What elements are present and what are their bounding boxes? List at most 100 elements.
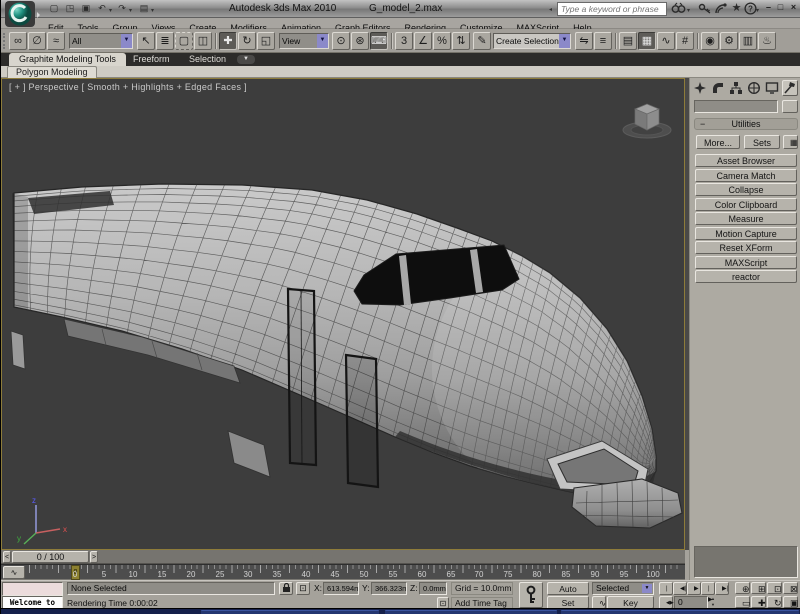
align-icon[interactable]: ≡ [594,32,612,50]
search-input[interactable] [557,2,667,16]
qat-dropdown-icon[interactable]: ▾ [151,7,154,14]
utilities-config-icon[interactable]: ▦ [783,135,798,149]
z-coordinate-field[interactable]: 0.0mm [419,582,447,595]
y-coordinate-field[interactable]: 366.323mm [371,582,407,595]
curve-editor-icon[interactable]: ∿ [657,32,675,50]
favorites-star-icon[interactable]: ★ [729,1,744,15]
zoom-icon[interactable]: ⊕ [735,582,750,594]
maxscript-mini-listener-macro[interactable] [2,582,63,596]
material-editor-icon[interactable]: ◉ [701,32,719,50]
auto-key-button[interactable]: Auto Key [547,582,589,595]
schematic-view-icon[interactable]: # [676,32,694,50]
x-coordinate-field[interactable]: 613.594mm [323,582,359,595]
viewcube[interactable] [618,97,676,148]
bind-to-space-warp-icon[interactable]: ≈ [47,32,65,50]
pan-view-icon[interactable]: ✚ [751,596,766,608]
select-and-manipulate-icon[interactable]: ⊛ [351,32,369,50]
utilities-tab-icon[interactable] [782,80,798,96]
utility-reset-xform[interactable]: Reset XForm [695,241,797,254]
select-and-scale-icon[interactable]: ◱ [257,32,275,50]
polygon-modeling-panel-tab[interactable]: Polygon Modeling [7,66,97,78]
select-by-name-icon[interactable]: ≣ [156,32,174,50]
previous-frame-arrow-icon[interactable]: < [3,551,11,563]
application-logo[interactable] [4,0,40,28]
spinner-snap-toggle-icon[interactable]: ⇅ [452,32,470,50]
more-button[interactable]: More... [696,135,740,149]
motion-tab-icon[interactable] [746,80,762,96]
ribbon-tab-selection[interactable]: Selection [179,53,236,66]
sets-button[interactable]: Sets [744,135,780,149]
undo-dropdown-icon[interactable]: ▾ [109,7,112,14]
percent-snap-toggle-icon[interactable]: % [433,32,451,50]
toolbar-grip[interactable] [3,33,6,49]
absolute-offset-mode-icon[interactable]: ⊡ [296,582,310,595]
snap-toggle-3d-icon[interactable]: 3 [395,32,413,50]
unlink-selection-icon[interactable]: ∅ [28,32,46,50]
perspective-viewport[interactable]: [ + ] Perspective [ Smooth + Highlights … [1,78,685,550]
utility-asset-browser[interactable]: Asset Browser [695,154,797,167]
utility-collapse[interactable]: Collapse [695,183,797,196]
utilities-rollout-header[interactable]: − Utilities [694,118,798,130]
mirror-icon[interactable]: ⇋ [575,32,593,50]
play-animation-icon[interactable]: ▶ [687,582,701,595]
keyboard-shortcut-override-icon[interactable]: ⌨ [370,32,388,50]
selected-dropdown-arrow-icon[interactable]: ▼ [642,584,652,593]
create-tab-icon[interactable] [692,80,708,96]
use-pivot-point-center-icon[interactable]: ⊙ [332,32,350,50]
coordinate-system-arrow-icon[interactable]: ▼ [317,34,328,48]
rectangular-selection-region-icon[interactable]: ▢ [175,32,193,50]
restore-button[interactable]: □ [775,2,786,14]
select-and-move-icon[interactable]: ✚ [219,32,237,50]
selection-filter-dropdown[interactable]: All ▼ [69,33,133,49]
select-and-rotate-icon[interactable]: ↻ [238,32,256,50]
utility-measure[interactable]: Measure [695,212,797,225]
zoom-region-icon[interactable]: ▭ [735,596,750,608]
orbit-icon[interactable]: ↻ [767,596,782,608]
minimize-button[interactable]: – [763,2,774,14]
quick-render-icon[interactable]: ♨ [758,32,776,50]
utility-camera-match[interactable]: Camera Match [695,169,797,182]
rendered-frame-window-icon[interactable]: ▥ [739,32,757,50]
search-binoculars-icon[interactable] [671,2,686,16]
ribbon-minimize-icon[interactable]: ▼ [237,55,255,64]
zoom-extents-all-icon[interactable]: ⊠ [783,582,798,594]
named-selection-set-arrow-icon[interactable]: ▼ [559,34,570,48]
maximize-viewport-toggle-icon[interactable]: ▣ [783,596,798,608]
help-dropdown-icon[interactable]: ▾ [756,7,759,14]
utility-motion-capture[interactable]: Motion Capture [695,227,797,240]
modify-tab-icon[interactable] [710,80,726,96]
layer-manager-icon[interactable]: ▤ [619,32,637,50]
graphite-ribbon-toggle-icon[interactable]: ▦ [638,32,656,50]
selection-filter-arrow-icon[interactable]: ▼ [121,34,132,48]
communication-center-icon[interactable] [713,2,728,16]
zoom-all-icon[interactable]: ⊞ [751,582,766,594]
hierarchy-tab-icon[interactable] [728,80,744,96]
taskbar-window-button[interactable] [561,610,799,614]
search-dropdown-icon[interactable]: ▾ [687,7,690,14]
ribbon-tab-graphite-modeling-tools[interactable]: Graphite Modeling Tools [9,53,126,66]
undo-icon[interactable]: ↶ [95,2,109,16]
open-file-icon[interactable]: ◳ [63,2,77,16]
zoom-extents-icon[interactable]: ⊡ [767,582,782,594]
select-object-icon[interactable]: ↖ [137,32,155,50]
display-tab-icon[interactable] [764,80,780,96]
redo-icon[interactable]: ↷ [115,2,129,16]
key-filter-selected-dropdown[interactable]: Selected ▼ [592,582,654,595]
time-slider-handle[interactable]: 0 / 100 [12,551,89,563]
close-button[interactable]: × [788,2,799,14]
angle-snap-toggle-icon[interactable]: ∠ [414,32,432,50]
new-scene-icon[interactable]: ▢ [47,2,61,16]
next-frame-arrow-icon[interactable]: > [90,551,98,563]
subscription-key-icon[interactable] [697,2,712,16]
rollout-collapse-icon[interactable]: − [700,119,705,129]
render-setup-icon[interactable]: ⚙ [720,32,738,50]
save-file-icon[interactable]: ▣ [79,2,93,16]
redo-dropdown-icon[interactable]: ▾ [129,7,132,14]
track-bar[interactable]: ∿ 0 0 5 10 15 20 25 30 35 40 45 50 55 60… [1,564,685,580]
infocenter-collapse-icon[interactable]: ◂ [549,6,552,13]
previous-frame-icon[interactable]: ◀| [673,582,687,595]
viewport-label[interactable]: [ + ] Perspective [ Smooth + Highlights … [9,82,247,92]
go-to-end-icon[interactable]: ▶| [715,582,729,595]
utility-maxscript[interactable]: MAXScript [695,256,797,269]
go-to-start-icon[interactable]: |◀ [659,582,673,595]
